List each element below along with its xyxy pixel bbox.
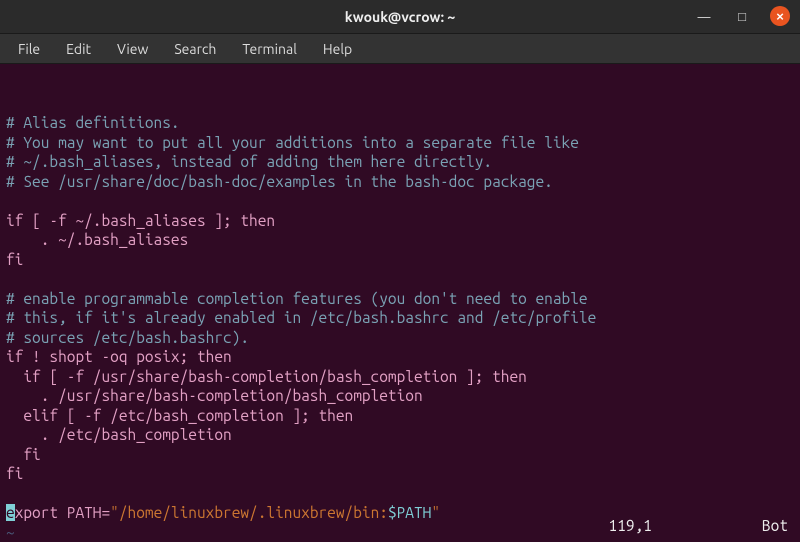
minimize-button[interactable]: — <box>694 6 714 26</box>
variable: $PATH <box>388 504 431 521</box>
code: . /etc/bash_completion <box>6 426 232 443</box>
code: if ! shopt -oq posix; then <box>6 348 232 365</box>
comment: # this, if it's already enabled in /etc/… <box>6 309 596 326</box>
string: " <box>431 504 440 521</box>
code: elif [ -f /etc/bash_completion ]; then <box>6 407 353 424</box>
maximize-button[interactable]: □ <box>732 6 752 26</box>
code: xport PATH= <box>15 504 110 521</box>
scroll-position: Bot <box>762 517 788 534</box>
title-bar: kwouk@vcrow: ~ — □ × <box>0 0 800 34</box>
close-button[interactable]: × <box>770 6 790 26</box>
menu-edit[interactable]: Edit <box>54 37 103 61</box>
code: . ~/.bash_aliases <box>6 231 188 248</box>
code-line: # Alias definitions. # You may want to p… <box>6 114 596 541</box>
menu-search[interactable]: Search <box>162 37 228 61</box>
comment: # You may want to put all your additions… <box>6 134 579 151</box>
menu-terminal[interactable]: Terminal <box>230 37 309 61</box>
window-controls: — □ × <box>694 6 790 26</box>
code: if [ -f ~/.bash_aliases ]; then <box>6 212 275 229</box>
code: . /usr/share/bash-completion/bash_comple… <box>6 387 423 404</box>
comment: # Alias definitions. <box>6 114 180 131</box>
menu-view[interactable]: View <box>105 37 160 61</box>
terminal-content[interactable]: # Alias definitions. # You may want to p… <box>0 64 800 542</box>
string: "/home/linuxbrew/.linuxbrew/bin: <box>110 504 388 521</box>
window-title: kwouk@vcrow: ~ <box>345 9 456 25</box>
code: if [ -f /usr/share/bash-completion/bash_… <box>6 368 527 385</box>
code: fi <box>6 465 23 482</box>
code: fi <box>6 446 41 463</box>
menu-file[interactable]: File <box>6 37 52 61</box>
comment: # sources /etc/bash.bashrc). <box>6 329 249 346</box>
vim-cursor: e <box>6 504 15 521</box>
code: fi <box>6 251 23 268</box>
menu-help[interactable]: Help <box>311 37 364 61</box>
comment: # ~/.bash_aliases, instead of adding the… <box>6 153 492 170</box>
cursor-position: 119,1 <box>609 517 652 534</box>
comment: # enable programmable completion feature… <box>6 290 588 307</box>
vim-empty-line: ~ <box>6 524 15 541</box>
menu-bar: File Edit View Search Terminal Help <box>0 34 800 64</box>
vim-status-line: 119,1 Bot <box>609 517 788 534</box>
comment: # See /usr/share/doc/bash-doc/examples i… <box>6 173 553 190</box>
